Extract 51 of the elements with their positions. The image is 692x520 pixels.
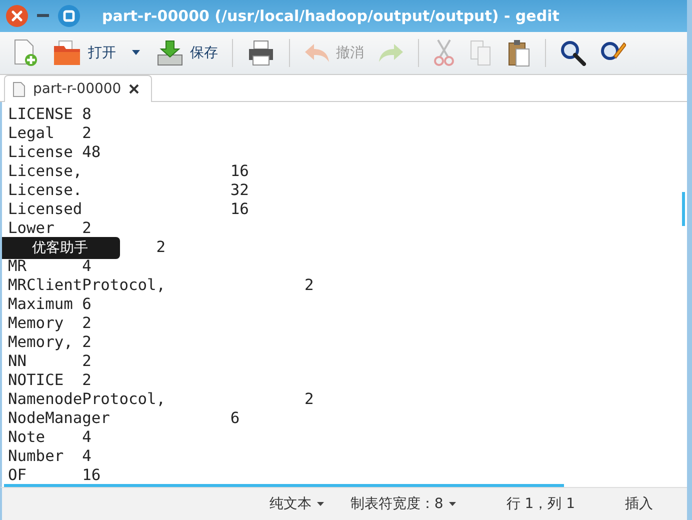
tooltip-text: 优客助手 (32, 238, 88, 258)
close-button[interactable] (6, 5, 28, 27)
document-tab[interactable]: part-r-00000 (4, 75, 152, 102)
undo-arrow-icon (304, 43, 330, 63)
printer-icon (247, 40, 275, 66)
save-button[interactable]: 保存 (152, 36, 222, 70)
document-icon (13, 82, 25, 96)
maximize-icon (63, 10, 75, 22)
clipboard-icon (507, 39, 531, 67)
caret-icon (449, 502, 456, 506)
maximize-button[interactable] (58, 5, 80, 27)
status-text: 插入 (624, 495, 654, 514)
text-line: 2 (156, 238, 166, 256)
status-dropdown[interactable]: 纯文本 (261, 493, 332, 515)
caret-icon (132, 50, 140, 56)
window-title: part-r-00000 (/usr/local/hadoop/output/output) - gedit (102, 7, 560, 25)
text-line: Legal 2 (8, 124, 92, 142)
text-line: Memory, 2 (8, 333, 92, 351)
text-line: Lower 2 (8, 219, 92, 237)
text-line: MRClientProtocol, 2 (8, 276, 314, 294)
save-drive-icon (156, 39, 184, 67)
text-line: OF 16 (8, 466, 101, 484)
text-line: NN 2 (8, 352, 92, 370)
open-button[interactable]: 打开 (48, 36, 120, 70)
horizontal-scrollbar[interactable] (4, 484, 564, 487)
text-line: License 48 (8, 143, 101, 161)
text-line: NodeManager 6 (8, 409, 240, 427)
text-line: NamenodeProtocol, 2 (8, 390, 314, 408)
text-line: License. 32 (8, 181, 249, 199)
caret-icon (317, 502, 324, 506)
vertical-scrollbar[interactable] (682, 192, 685, 226)
redo-arrow-icon (378, 43, 404, 63)
close-icon (10, 9, 24, 23)
text-line: Number 4 (8, 447, 92, 465)
text-line: NOTICE 2 (8, 371, 92, 389)
status-text: 行 1，列 1 (505, 495, 576, 514)
minimize-icon (37, 14, 49, 18)
text-line: Licensed 16 (8, 200, 249, 218)
text-line: Maximum 6 (8, 295, 92, 313)
search-icon (560, 40, 586, 66)
copy-icon (469, 40, 493, 66)
folder-icon (52, 40, 82, 66)
text-line: License, 16 (8, 162, 249, 180)
new-document-icon (12, 39, 38, 67)
text-line: LICENSE 8 (8, 105, 92, 123)
scissors-icon (433, 39, 455, 67)
text-line: Memory 2 (8, 314, 92, 332)
text-line: Note 4 (8, 428, 92, 446)
status-dropdown[interactable]: 制表符宽度：8 (342, 493, 464, 515)
close-icon[interactable] (129, 84, 140, 94)
text-line: MR 4 (8, 257, 92, 275)
